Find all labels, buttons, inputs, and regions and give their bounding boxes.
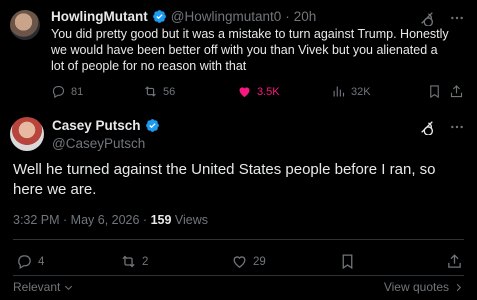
views-icon [333, 86, 345, 97]
reply-like-button[interactable]: 3.5K [237, 84, 280, 99]
view-quotes-label: View quotes [383, 280, 449, 294]
reply-share-button[interactable] [449, 84, 469, 99]
reply-action-bar: 81 56 3.5K 32K [51, 84, 469, 100]
main-share-button[interactable] [446, 253, 468, 270]
reply-icon [18, 255, 31, 270]
reply-bookmark-button[interactable] [427, 84, 447, 99]
repost-icon [122, 255, 135, 268]
main-text: Well he turned against the United States… [13, 161, 436, 198]
main-author-name[interactable]: Casey Putsch [52, 118, 141, 133]
divider-bottom [13, 275, 464, 276]
reply-replies-count: 81 [71, 85, 84, 98]
reply-icon [52, 85, 65, 99]
main-views-count: 159 [150, 213, 172, 227]
chevron-down-icon [65, 285, 73, 290]
footer: Relevant View quotes [13, 280, 464, 294]
reply-time[interactable]: 20h [294, 9, 317, 24]
grok-icon[interactable] [419, 119, 435, 135]
main-author-handle[interactable]: @CaseyPutsch [52, 136, 145, 151]
main-bookmark-button[interactable] [339, 253, 361, 270]
main-views-label: Views [171, 213, 209, 227]
like-icon [239, 87, 250, 98]
divider-top [13, 239, 464, 240]
more-icon[interactable] [449, 10, 465, 26]
share-icon [450, 85, 463, 98]
avatar-caseyputsch[interactable] [10, 117, 44, 151]
main-reply-button[interactable]: 4 [16, 253, 44, 270]
reply-repost-button[interactable]: 56 [143, 84, 175, 99]
chevron-right-icon [456, 283, 462, 291]
reply-header: HowlingMutant @Howlingmutant0 · 20h [51, 9, 316, 24]
main-header: Casey Putsch [52, 118, 164, 133]
main-repost-button[interactable]: 2 [120, 253, 148, 270]
reply-author-name[interactable]: HowlingMutant [51, 9, 148, 24]
reply-top-actions [405, 10, 465, 26]
like-icon [233, 256, 246, 268]
reply-views-button[interactable]: 32K [331, 84, 371, 99]
reply-likes-count: 3.5K [257, 85, 280, 98]
main-meta: 3:32 PM · May 6, 2026 · 159 Views [13, 213, 208, 227]
reply-reposts-count: 56 [163, 85, 176, 98]
share-icon [448, 254, 461, 268]
sort-dropdown[interactable]: Relevant [13, 280, 74, 294]
grok-icon[interactable] [419, 10, 435, 26]
main-timestamp[interactable]: 3:32 PM · May 6, 2026 · [13, 213, 151, 227]
more-icon[interactable] [449, 119, 465, 135]
sort-label: Relevant [13, 280, 61, 294]
main-top-actions [405, 119, 465, 135]
avatar-howlingmutant[interactable] [10, 10, 40, 40]
main-action-bar: 4 2 29 [16, 253, 466, 271]
bookmark-icon [342, 254, 353, 270]
main-replies-count: 4 [38, 255, 45, 268]
main-handle-row: @CaseyPutsch [52, 136, 145, 151]
reply-separator: · [285, 9, 290, 24]
main-reposts-count: 2 [142, 255, 149, 268]
main-likes-count: 29 [253, 255, 266, 268]
verified-badge-icon [145, 119, 159, 132]
main-like-button[interactable]: 29 [231, 253, 266, 270]
view-quotes-link[interactable]: View quotes [384, 280, 464, 294]
reply-views-count: 32K [351, 85, 371, 98]
reply-author-handle[interactable]: @Howlingmutant0 [171, 9, 282, 24]
repost-icon [145, 86, 156, 97]
reply-reply-button[interactable]: 81 [51, 84, 83, 99]
bookmark-icon [430, 85, 439, 99]
reply-text: You did pretty good but it was a mistake… [51, 27, 449, 73]
verified-badge-icon [152, 10, 166, 23]
